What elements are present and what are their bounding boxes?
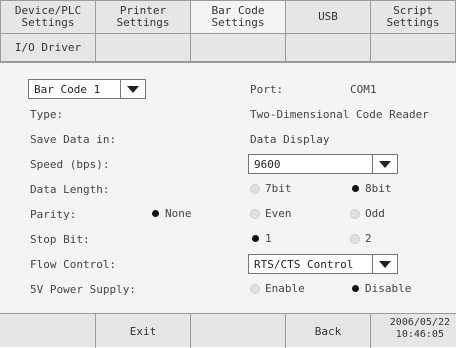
tab-empty-4 bbox=[370, 33, 456, 62]
radio-7bit-indicator bbox=[250, 183, 260, 194]
radio-stop-bit-1[interactable]: 1 bbox=[250, 232, 272, 245]
empty-button-1 bbox=[0, 314, 96, 348]
bar-code-select[interactable]: Bar Code 1 bbox=[28, 79, 146, 99]
radio-parity-none-label: None bbox=[165, 207, 192, 220]
type-value: Two-Dimensional Code Reader bbox=[250, 108, 429, 121]
exit-button[interactable]: Exit bbox=[96, 314, 191, 348]
port-value: COM1 bbox=[350, 83, 377, 96]
save-data-label: Save Data in: bbox=[30, 133, 117, 146]
radio-8bit-label: 8bit bbox=[365, 182, 392, 195]
radio-power-disable[interactable]: Disable bbox=[350, 282, 411, 295]
tab-empty-3 bbox=[285, 33, 371, 62]
radio-power-enable-label: Enable bbox=[265, 282, 305, 295]
datetime-display: 2006/05/22 10:46:05 bbox=[390, 317, 450, 341]
chevron-down-icon[interactable] bbox=[120, 80, 145, 98]
radio-power-disable-indicator bbox=[352, 285, 359, 292]
radio-power-enable[interactable]: Enable bbox=[250, 282, 305, 295]
tab-printer-settings[interactable]: Printer Settings bbox=[95, 0, 191, 34]
radio-power-disable-label: Disable bbox=[365, 282, 412, 295]
flow-control-select[interactable]: RTS/CTS Control bbox=[248, 254, 398, 274]
port-label: Port: bbox=[250, 83, 284, 96]
radio-parity-odd[interactable]: Odd bbox=[350, 207, 385, 220]
tab-device-plc-settings[interactable]: Device/PLC Settings bbox=[0, 0, 96, 34]
settings-panel: Bar Code 1 Port: COM1 Type: Two-Dimensio… bbox=[0, 62, 456, 313]
radio-power-enable-indicator bbox=[250, 283, 260, 294]
radio-stop-bit-2[interactable]: 2 bbox=[350, 232, 372, 245]
tab-usb[interactable]: USB bbox=[285, 0, 371, 34]
back-button[interactable]: Back bbox=[286, 314, 371, 348]
tab-script-settings[interactable]: Script Settings bbox=[370, 0, 456, 34]
time-text: 10:46:05 bbox=[395, 329, 444, 340]
radio-stop-bit-1-label: 1 bbox=[265, 232, 272, 245]
speed-label: Speed (bps): bbox=[30, 158, 110, 171]
type-label: Type: bbox=[30, 108, 64, 121]
flow-control-label: Flow Control: bbox=[30, 258, 117, 271]
radio-8bit[interactable]: 8bit bbox=[350, 182, 392, 195]
radio-parity-even-indicator bbox=[250, 208, 260, 219]
radio-stop-bit-2-label: 2 bbox=[365, 232, 372, 245]
empty-button-2 bbox=[191, 314, 286, 348]
parity-label: Parity: bbox=[30, 208, 77, 221]
chevron-down-icon[interactable] bbox=[372, 255, 397, 273]
settings-screen: Device/PLC Settings Printer Settings Bar… bbox=[0, 0, 456, 348]
stop-bit-label: Stop Bit: bbox=[30, 233, 90, 246]
radio-parity-none[interactable]: None bbox=[150, 207, 192, 220]
radio-stop-bit-1-indicator bbox=[252, 235, 259, 242]
data-length-label: Data Length: bbox=[30, 183, 110, 196]
save-data-value: Data Display bbox=[250, 133, 330, 146]
radio-parity-odd-indicator bbox=[350, 208, 360, 219]
radio-parity-none-indicator bbox=[152, 210, 159, 217]
date-text: 2006/05/22 bbox=[389, 317, 450, 328]
power-supply-label: 5V Power Supply: bbox=[30, 283, 136, 296]
flow-control-select-value: RTS/CTS Control bbox=[254, 258, 354, 271]
bottom-bar: Exit Back 2006/05/22 10:46:05 bbox=[0, 313, 456, 348]
radio-parity-odd-label: Odd bbox=[365, 207, 385, 220]
tab-empty-2 bbox=[190, 33, 286, 62]
chevron-down-icon[interactable] bbox=[372, 155, 397, 173]
tab-bar-code-settings[interactable]: Bar Code Settings bbox=[190, 0, 286, 34]
tab-io-driver[interactable]: I/O Driver bbox=[0, 33, 96, 62]
speed-select[interactable]: 9600 bbox=[248, 154, 398, 174]
tab-empty-1 bbox=[95, 33, 191, 62]
radio-7bit-label: 7bit bbox=[265, 182, 292, 195]
bar-code-select-value: Bar Code 1 bbox=[34, 83, 101, 96]
radio-stop-bit-2-indicator bbox=[350, 233, 360, 244]
radio-8bit-indicator bbox=[352, 185, 359, 192]
radio-parity-even[interactable]: Even bbox=[250, 207, 292, 220]
radio-parity-even-label: Even bbox=[265, 207, 292, 220]
radio-7bit[interactable]: 7bit bbox=[250, 182, 292, 195]
speed-select-value: 9600 bbox=[254, 158, 281, 171]
